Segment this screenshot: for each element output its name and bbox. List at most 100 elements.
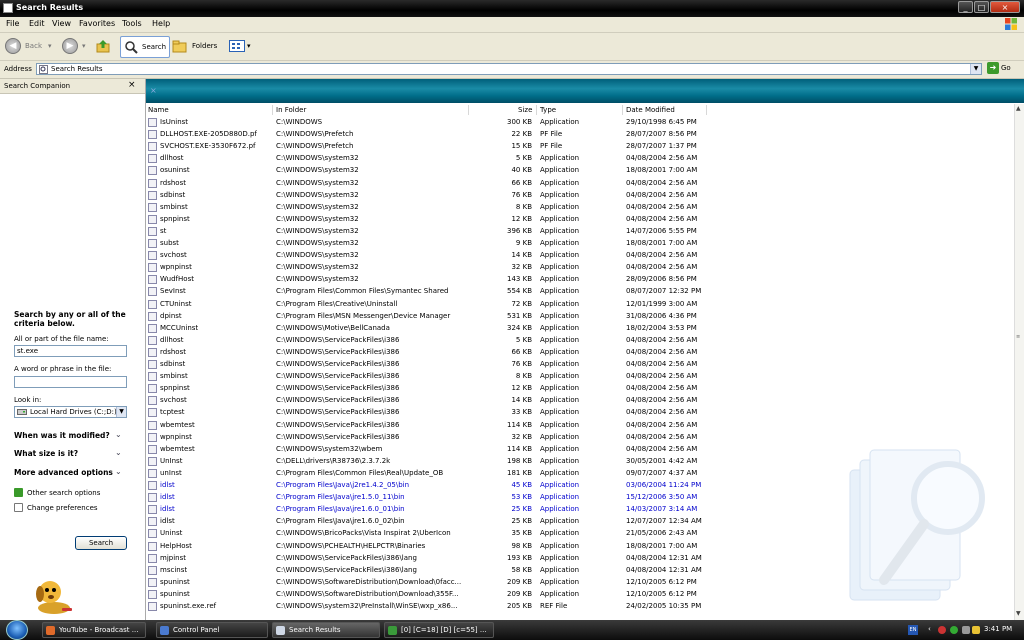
col-name[interactable]: Name [148, 106, 169, 114]
maximize-button[interactable]: □ [974, 1, 989, 13]
table-row[interactable]: sdbinst C:\WINDOWS\system32 76 KB Applicati… [146, 189, 1014, 201]
column-divider[interactable] [468, 105, 469, 115]
address-input[interactable]: Search Results ▼ [36, 63, 982, 75]
task-youtube[interactable]: YouTube - Broadcast ... [42, 622, 146, 638]
table-row[interactable]: tcptest C:\WINDOWS\ServicePackFiles\i386 3… [146, 406, 1014, 418]
cell-date: 12/07/2007 12:34 AM [626, 517, 702, 526]
cell-name: spuninst [160, 589, 190, 598]
table-row[interactable]: svchost C:\WINDOWS\system32 14 KB Applicati… [146, 249, 1014, 261]
look-in-dropdown-icon[interactable]: ▼ [116, 407, 126, 417]
table-row[interactable]: osuninst C:\WINDOWS\system32 40 KB Applicat… [146, 164, 1014, 176]
table-row[interactable]: rdshost C:\WINDOWS\system32 66 KB Applicati… [146, 177, 1014, 189]
expand-chevron-icon[interactable]: ⌄ [115, 467, 122, 476]
back-dropdown-icon[interactable]: ▾ [48, 42, 52, 50]
table-row[interactable]: st C:\WINDOWS\system32 396 KB Application 14… [146, 225, 1014, 237]
table-row[interactable]: SevInst C:\Program Files\Common Files\Sym… [146, 285, 1014, 297]
up-folder-button[interactable] [96, 36, 110, 56]
other-search-options-link[interactable]: Other search options [14, 488, 100, 497]
start-button[interactable] [6, 620, 28, 640]
column-divider[interactable] [272, 105, 273, 115]
table-row[interactable]: sdbinst C:\WINDOWS\ServicePackFiles\i386 7… [146, 358, 1014, 370]
cell-name: idlst [160, 493, 175, 502]
col-type[interactable]: Type [540, 106, 556, 114]
scroll-down-icon[interactable]: ▼ [1016, 610, 1021, 617]
col-size[interactable]: Size [518, 106, 532, 114]
phrase-input[interactable] [14, 376, 127, 388]
table-row[interactable]: dllhost C:\WINDOWS\system32 5 KB Applicatio… [146, 152, 1014, 164]
search-dog-icon[interactable] [32, 574, 76, 618]
menu-view[interactable]: View [52, 19, 71, 28]
col-in-folder[interactable]: In Folder [276, 106, 306, 114]
table-row[interactable]: rdshost C:\WINDOWS\ServicePackFiles\i386 6… [146, 346, 1014, 358]
column-divider[interactable] [706, 105, 707, 115]
menu-file[interactable]: File [6, 19, 19, 28]
messenger-tray-icon[interactable] [950, 626, 958, 634]
size-option[interactable]: What size is it? [14, 449, 78, 458]
back-button[interactable]: ◀ Back ▾ [5, 36, 52, 56]
console-icon [388, 626, 397, 635]
vertical-scrollbar[interactable]: ▲ ≡ ▼ [1014, 104, 1024, 620]
cell-folder: C:\WINDOWS\ServicePackFiles\i386 [276, 408, 400, 417]
go-button[interactable]: ➜ Go [987, 62, 1011, 74]
column-divider[interactable] [536, 105, 537, 115]
table-row[interactable]: CTUninst C:\Program Files\Creative\Uninst… [146, 298, 1014, 310]
when-modified-option[interactable]: When was it modified? [14, 431, 110, 440]
cell-size: 300 KB [507, 118, 532, 126]
volume-tray-icon[interactable] [962, 626, 970, 634]
views-button[interactable]: ▾ [229, 36, 251, 56]
task-control-panel[interactable]: Control Panel [156, 622, 268, 638]
table-row[interactable]: smbinst C:\WINDOWS\ServicePackFiles\i386 8… [146, 370, 1014, 382]
task-search-results[interactable]: Search Results [272, 622, 380, 638]
window-title: Search Results [16, 3, 84, 12]
table-row[interactable]: wbemtest C:\WINDOWS\ServicePackFiles\i386… [146, 419, 1014, 431]
forward-dropdown-icon[interactable]: ▾ [82, 42, 86, 50]
expand-chevron-icon[interactable]: ⌄ [115, 430, 122, 439]
scroll-up-icon[interactable]: ▲ [1016, 105, 1021, 112]
minimize-button[interactable]: _ [958, 1, 973, 13]
table-row[interactable]: MCCUninst C:\WINDOWS\Motive\BellCanada 324… [146, 322, 1014, 334]
table-row[interactable]: DLLHOST.EXE-205D880D.pf C:\WINDOWS\Prefet… [146, 128, 1014, 140]
cell-folder: C:\Program Files\Java\j2re1.4.2_05\bin [276, 481, 410, 489]
close-pane-icon[interactable]: × [128, 80, 136, 90]
menu-edit[interactable]: Edit [29, 19, 45, 28]
tray-expand-icon[interactable]: ‹ [928, 625, 931, 633]
change-preferences-link[interactable]: Change preferences [14, 503, 98, 512]
col-date-modified[interactable]: Date Modified [626, 106, 675, 114]
close-button[interactable]: × [990, 1, 1020, 13]
table-row[interactable]: wpnpinst C:\WINDOWS\system32 32 KB Applicat… [146, 261, 1014, 273]
advanced-options[interactable]: More advanced options [14, 468, 113, 477]
security-tray-icon[interactable] [938, 626, 946, 634]
table-row[interactable]: subst C:\WINDOWS\system32 9 KB Application 1… [146, 237, 1014, 249]
table-row[interactable]: spnpinst C:\WINDOWS\ServicePackFiles\i386… [146, 382, 1014, 394]
task-console[interactable]: [0] [C=18] [D] [c=55] ... [384, 622, 494, 638]
banner-close-icon[interactable]: × [150, 86, 157, 95]
cell-size: 14 KB [511, 396, 532, 405]
table-row[interactable]: dllhost C:\WINDOWS\ServicePackFiles\i386 5… [146, 334, 1014, 346]
table-row[interactable]: SVCHOST.EXE-3530F672.pf C:\WINDOWS\Prefet… [146, 140, 1014, 152]
menu-favorites[interactable]: Favorites [79, 19, 115, 28]
table-row[interactable]: spnpinst C:\WINDOWS\system32 12 KB Applicat… [146, 213, 1014, 225]
cell-name: smbinst [160, 372, 188, 381]
scroll-thumb[interactable]: ≡ [1016, 334, 1024, 342]
menu-tools[interactable]: Tools [122, 19, 142, 28]
table-row[interactable]: svchost C:\WINDOWS\ServicePackFiles\i386 1… [146, 394, 1014, 406]
folders-button[interactable]: Folders [172, 36, 217, 56]
cell-folder: C:\WINDOWS [276, 118, 323, 126]
search-button[interactable]: Search [120, 36, 171, 58]
expand-chevron-icon[interactable]: ⌄ [115, 448, 122, 457]
look-in-select[interactable]: Local Hard Drives (C:;D:) ▼ [14, 406, 127, 418]
table-row[interactable]: WudfHost C:\WINDOWS\system32 143 KB Applica… [146, 273, 1014, 285]
table-row[interactable]: dpinst C:\Program Files\MSN Messenger\Dev… [146, 310, 1014, 322]
clock[interactable]: 3:41 PM [984, 625, 1012, 633]
cell-size: 76 KB [511, 360, 532, 368]
column-divider[interactable] [622, 105, 623, 115]
network-tray-icon[interactable] [972, 626, 980, 634]
file-name-input[interactable]: st.exe [14, 345, 127, 357]
forward-button[interactable]: ▶ ▾ [62, 36, 86, 56]
table-row[interactable]: smbinst C:\WINDOWS\system32 8 KB Applicatio… [146, 201, 1014, 213]
language-indicator[interactable]: EN [908, 625, 918, 635]
table-row[interactable]: IsUninst C:\WINDOWS 300 KB Application 29/10… [146, 116, 1014, 128]
search-submit-button[interactable]: Search [75, 536, 127, 550]
menu-help[interactable]: Help [152, 19, 170, 28]
address-dropdown-icon[interactable]: ▼ [970, 64, 981, 74]
